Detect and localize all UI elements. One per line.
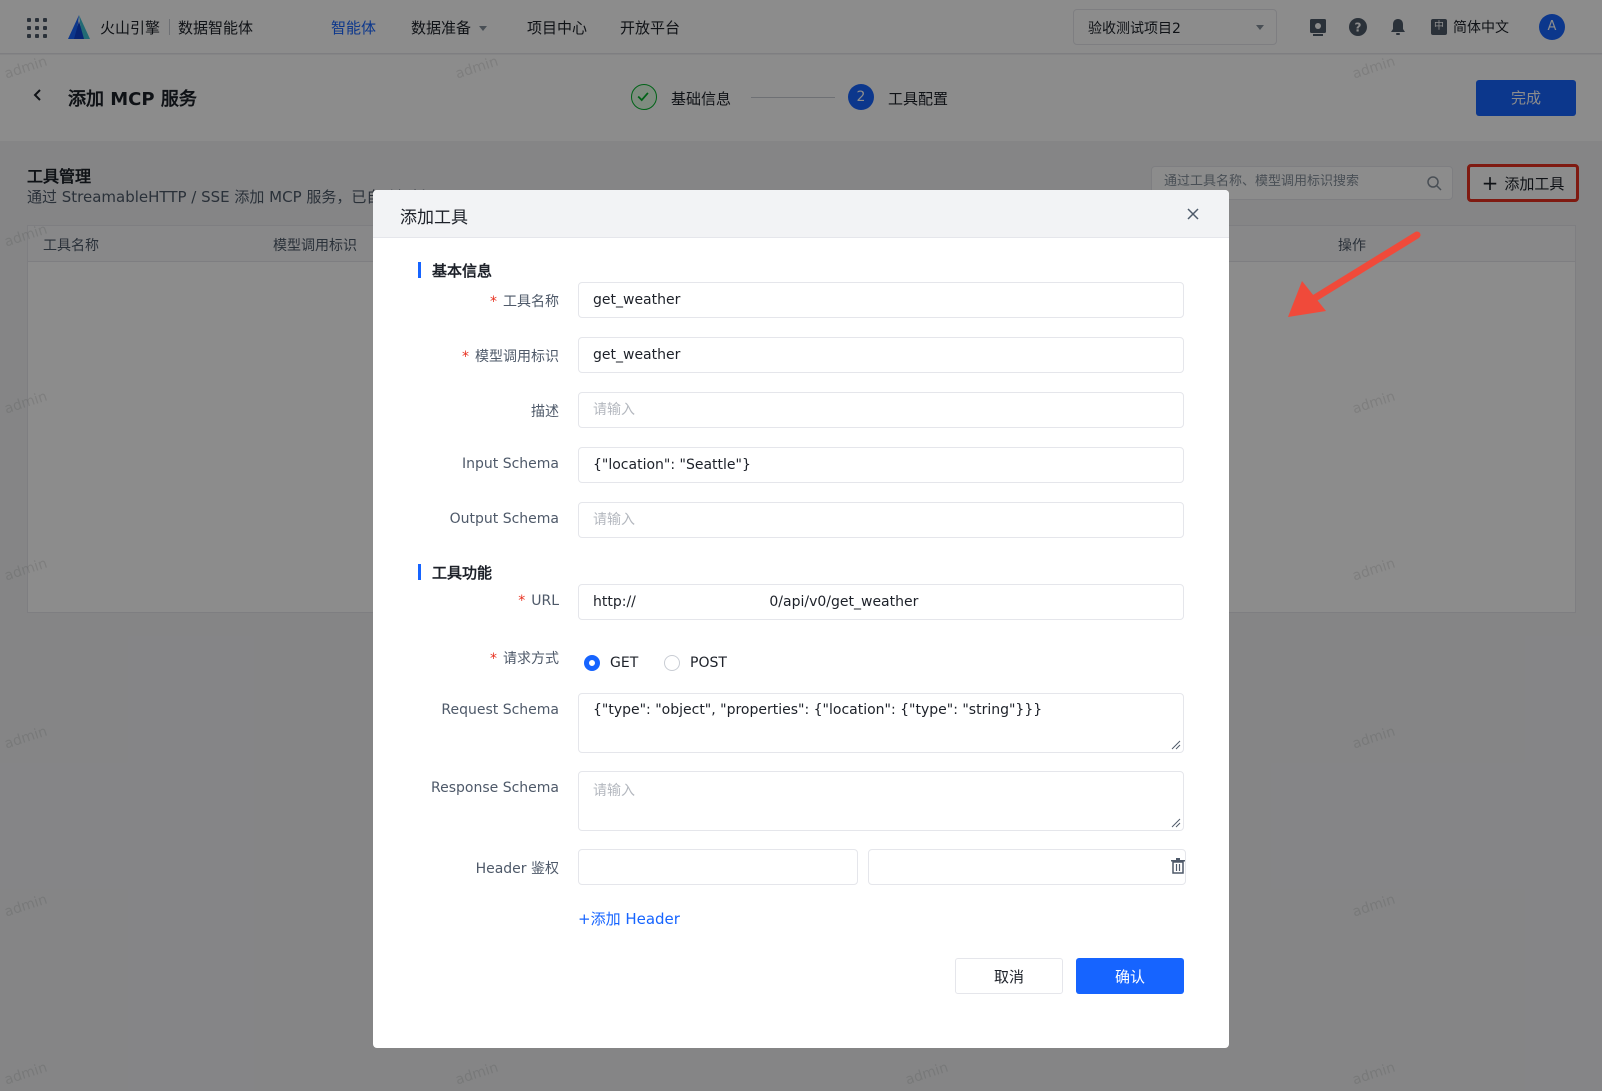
url-label: * URL [518, 593, 559, 609]
tool-function-section-title: 工具功能 [418, 562, 492, 583]
description-label: 描述 [531, 404, 559, 420]
output-schema-label: Output Schema [449, 511, 559, 527]
required-mark: * [462, 349, 469, 365]
add-tool-dialog: 添加工具 基本信息 *工具名称 *模型调用标识 描述 Input Schema … [373, 190, 1229, 1048]
close-icon[interactable] [1187, 208, 1199, 220]
header-auth-label: Header 鉴权 [475, 861, 559, 877]
input-schema-label: Input Schema [462, 456, 559, 472]
basic-info-section-title: 基本信息 [418, 260, 492, 281]
required-mark: * [518, 593, 526, 609]
request-schema-textarea[interactable]: {"type": "object", "properties": {"locat… [578, 693, 1184, 753]
required-mark: * [490, 294, 497, 310]
radio-checked-icon [584, 655, 600, 671]
tool-name-input[interactable] [578, 282, 1184, 318]
trash-icon[interactable] [1171, 858, 1185, 874]
input-schema-input[interactable] [578, 447, 1184, 483]
cancel-button[interactable]: 取消 [955, 958, 1063, 994]
header-key-input[interactable] [578, 849, 858, 885]
tool-name-label: * 工具名称 [490, 294, 559, 310]
dialog-header: 添加工具 [373, 190, 1229, 238]
url-input[interactable] [578, 584, 1184, 620]
dialog-title: 添加工具 [400, 208, 468, 228]
annotation-arrow-icon [1288, 231, 1421, 317]
output-schema-input[interactable] [578, 502, 1184, 538]
add-header-link[interactable]: +添加 Header [578, 908, 680, 929]
method-radio-get[interactable]: GET [584, 655, 638, 671]
identifier-input[interactable] [578, 337, 1184, 373]
required-mark: * [490, 651, 497, 667]
confirm-button[interactable]: 确认 [1076, 958, 1184, 994]
header-value-input[interactable] [868, 849, 1186, 885]
description-input[interactable] [578, 392, 1184, 428]
radio-unchecked-icon [664, 655, 680, 671]
resize-handle-icon[interactable] [1171, 818, 1181, 828]
method-radio-post[interactable]: POST [664, 655, 727, 671]
request-schema-label: Request Schema [441, 702, 559, 718]
response-schema-label: Response Schema [431, 780, 559, 796]
response-schema-textarea[interactable] [578, 771, 1184, 831]
resize-handle-icon[interactable] [1171, 740, 1181, 750]
identifier-label: * 模型调用标识 [462, 349, 559, 365]
method-label: * 请求方式 [490, 651, 559, 667]
